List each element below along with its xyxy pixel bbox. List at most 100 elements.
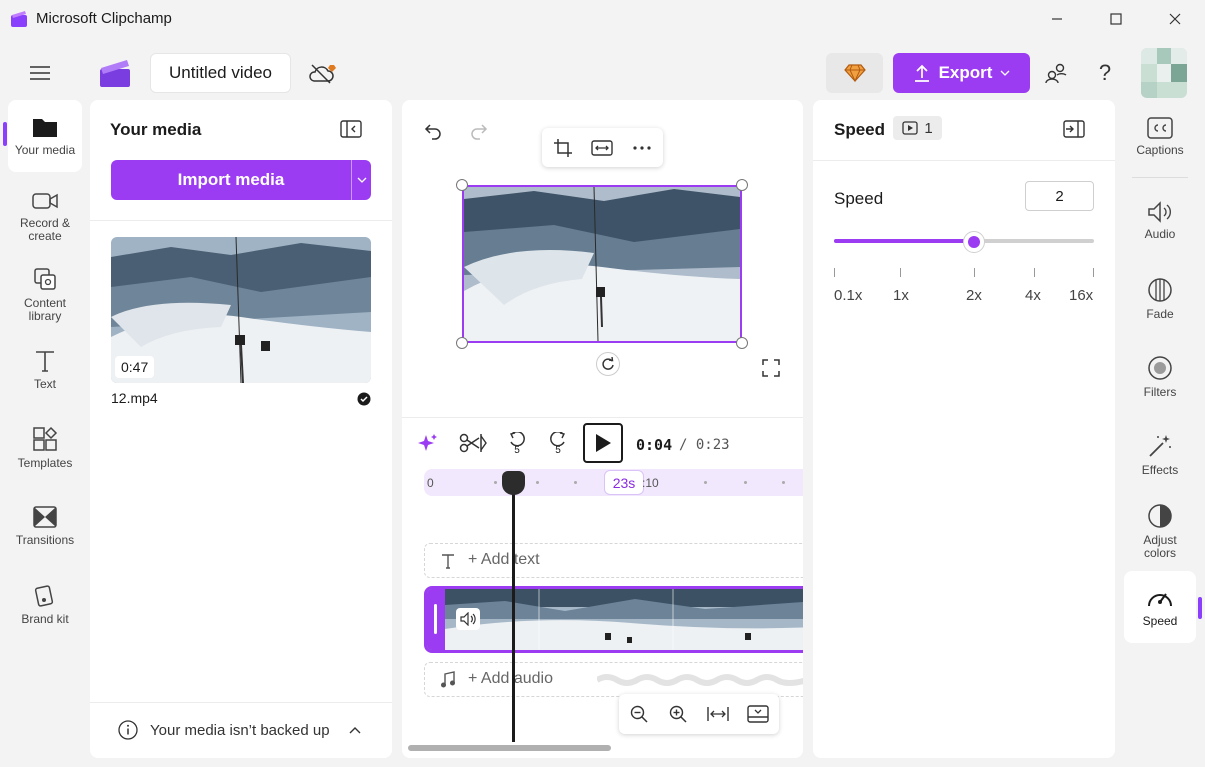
rail-item-filters[interactable]: Filters [1124,346,1196,408]
more-icon [633,146,651,150]
skip-forward-button[interactable]: 5 [545,430,571,458]
divider [402,417,803,418]
timeline-horizontal-scrollbar[interactable] [408,745,611,751]
zoom-in-button[interactable] [666,702,690,726]
fullscreen-button[interactable] [759,356,783,380]
speed-slider-thumb[interactable] [963,231,986,253]
playhead-line[interactable] [512,480,515,742]
text-icon [36,351,54,372]
menu-button[interactable] [24,60,56,86]
music-note-icon [441,671,455,688]
video-clip-icon [902,121,918,135]
resize-handle-top-right[interactable] [736,179,748,191]
resize-handle-bottom-right[interactable] [736,337,748,349]
rail-label: Text [33,377,56,391]
premium-button[interactable] [826,53,883,93]
collapse-property-panel-button[interactable] [1060,117,1088,141]
rail-item-brand-kit[interactable]: Brand kit [8,574,82,634]
more-options-button[interactable] [629,135,655,161]
rail-active-indicator [1198,597,1202,619]
rail-item-effects[interactable]: Effects [1124,424,1196,486]
project-name-field[interactable]: Untitled video [150,53,291,93]
rail-item-fade[interactable]: Fade [1124,268,1196,330]
speedometer-icon [1148,593,1172,607]
expand-backup-button[interactable] [346,721,364,739]
rail-label: Speed [1142,614,1178,628]
redo-button[interactable] [466,118,492,144]
add-audio-label: + Add audio [468,670,553,687]
video-preview[interactable] [462,185,742,343]
video-clip-track[interactable] [424,586,803,653]
maximize-button[interactable] [1093,0,1139,38]
clip-count-value: 1 [924,119,933,137]
rail-item-speed[interactable]: Speed [1124,571,1196,643]
rail-item-adjust-colors[interactable]: Adjust colors [1124,495,1196,567]
tick-label: 16x [1069,287,1094,304]
tick-label: 0.1x [834,287,863,304]
help-button[interactable]: ? [1092,58,1118,88]
ai-sparkle-button[interactable] [416,431,440,455]
rail-item-content-library[interactable]: Content library [8,258,82,330]
audio-waveform-icon [597,674,803,686]
zoom-out-button[interactable] [627,702,651,726]
speaker-icon [460,612,476,626]
rail-item-record-create[interactable]: Record & create [8,180,82,252]
rail-item-transitions[interactable]: Transitions [8,496,82,556]
rail-label: Content library [23,295,67,323]
resize-handle-top-left[interactable] [456,179,468,191]
fit-width-icon [591,140,613,156]
resize-handle-bottom-left[interactable] [456,337,468,349]
backup-notice[interactable]: Your media isn’t backed up [150,722,330,739]
export-button[interactable]: Export [893,53,1030,93]
play-button[interactable] [583,423,623,463]
divider [813,160,1115,161]
rail-item-templates[interactable]: Templates [8,418,82,478]
media-thumbnail[interactable]: 0:47 [111,237,371,383]
avatar-pattern-icon [1141,48,1187,98]
import-media-button[interactable]: Import media [111,160,371,200]
expand-timeline-button[interactable] [745,702,771,726]
share-button[interactable] [1040,58,1072,88]
collapse-panel-button[interactable] [337,117,365,141]
timeline-ruler[interactable]: 0 23s :10 [424,469,803,496]
close-window-button[interactable] [1152,0,1198,38]
ruler-mark-label: :10 [642,476,659,490]
rail-label: Effects [1141,463,1179,477]
divider [1132,177,1188,178]
rotate-button[interactable] [596,352,620,376]
tick-label: 4x [1025,287,1041,304]
import-dropdown-button[interactable] [352,160,371,200]
collapse-right-icon [1063,120,1085,138]
magic-wand-icon [1149,435,1171,457]
clip-mute-button[interactable] [456,608,480,630]
templates-icon [33,426,58,451]
preview-frame-image-icon [464,187,740,341]
minimize-button[interactable] [1034,0,1080,38]
fit-button[interactable] [589,135,615,161]
upload-icon [914,64,929,82]
rail-item-captions[interactable]: Captions [1124,106,1196,168]
rail-item-text[interactable]: Text [8,340,82,400]
audio-track[interactable]: + Add audio [424,662,803,697]
fit-timeline-button[interactable] [706,702,730,726]
rail-item-audio[interactable]: Audio [1124,190,1196,252]
divider [90,702,392,703]
slider-tick [1034,268,1035,277]
cloud-off-premium-icon [309,64,336,84]
add-text-label: + Add text [468,551,540,568]
playhead-handle[interactable] [502,471,525,495]
speed-value-input[interactable] [1025,181,1094,211]
skip-back-button[interactable]: 5 [504,430,530,458]
split-button[interactable] [458,430,488,456]
undo-button[interactable] [420,118,446,144]
crop-button[interactable] [550,135,576,161]
clip-trim-handle-left[interactable] [427,589,445,650]
avatar[interactable] [1141,48,1187,98]
hamburger-icon [30,66,50,80]
rail-item-your-media[interactable]: Your media [8,100,82,172]
text-track[interactable]: + Add text [424,543,803,578]
cloud-backup-button[interactable] [305,58,341,88]
rail-label: Captions [1136,143,1184,157]
zoom-in-icon [669,705,687,723]
speed-panel: Speed 1 Speed 0.1x 1x 2x 4x 16x [813,100,1115,758]
